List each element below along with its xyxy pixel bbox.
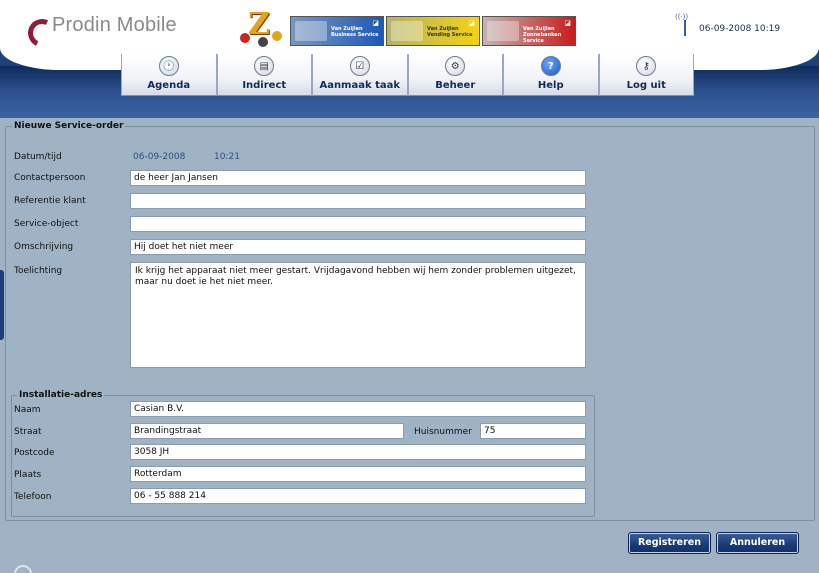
banner-tile-business: Van Zuijlen Business Service ◪ <box>290 16 384 46</box>
nav-beheer[interactable]: ⚙ Beheer <box>407 54 503 96</box>
huisnummer-input[interactable]: 75 <box>480 423 586 439</box>
toelichting-line: Ik krijg het apparaat niet meer gestart.… <box>135 266 576 276</box>
nav-label: Log uit <box>626 80 666 91</box>
telefoon-input[interactable]: 06 - 55 888 214 <box>130 488 586 504</box>
object-input[interactable] <box>130 216 586 232</box>
datum-label: Datum/tijd <box>14 152 62 162</box>
prodin-logo-icon <box>28 15 48 37</box>
antenna-icon <box>675 13 693 36</box>
nav-label: Help <box>537 80 564 91</box>
referentie-input[interactable] <box>130 193 586 209</box>
postcode-input[interactable]: 3058 JH <box>130 444 586 460</box>
status-circle-icon <box>14 565 32 573</box>
status-area: 06-09-2008 10:19 <box>675 13 781 36</box>
nav-indirect[interactable]: ▤ Indirect <box>216 54 312 96</box>
omschrijving-label: Omschrijving <box>14 242 74 252</box>
nav-agenda[interactable]: 🕐 Agenda <box>121 54 217 96</box>
toelichting-line: maar nu doet ie het niet meer. <box>135 277 274 287</box>
object-label: Service-object <box>14 219 79 229</box>
telefoon-label: Telefoon <box>14 492 52 502</box>
nav-log-uit[interactable]: ⚷ Log uit <box>598 54 694 96</box>
app-logo: Prodin Mobile <box>28 14 177 37</box>
toelichting-label: Toelichting <box>14 266 63 276</box>
header-datetime: 06-09-2008 10:19 <box>699 24 781 34</box>
straat-label: Straat <box>14 427 42 437</box>
referentie-label: Referentie klant <box>14 196 86 206</box>
gear-icon: ⚙ <box>445 56 466 76</box>
company-banner: Z Van Zuijlen Business Service ◪ Van Zuij… <box>236 7 578 47</box>
address-legend: Installatie-adres <box>17 390 105 400</box>
naam-input[interactable]: Casian B.V. <box>130 401 586 417</box>
main-nav: 🕐 Agenda ▤ Indirect ☑ Aanmaak taak ⚙ Beh… <box>121 54 694 96</box>
register-button[interactable]: Registreren <box>628 532 711 554</box>
contact-label: Contactpersoon <box>14 173 86 183</box>
huisnummer-label: Huisnummer <box>414 427 472 437</box>
toelichting-textarea[interactable]: Ik krijg het apparaat niet meer gestart.… <box>130 262 586 368</box>
banner-tile-zonnebanken: Van Zuijlen Zonnebanken Service ◪ <box>482 16 576 46</box>
checklist-icon: ☑ <box>349 56 370 76</box>
document-icon: ▤ <box>254 56 275 76</box>
nav-label: Beheer <box>435 80 476 91</box>
vz-logo-icon: Z <box>236 7 290 47</box>
nav-label: Indirect <box>242 80 287 91</box>
key-icon: ⚷ <box>636 56 657 76</box>
plaats-input[interactable]: Rotterdam <box>130 466 586 482</box>
straat-input[interactable]: Brandingstraat <box>130 423 404 439</box>
clock-icon: 🕐 <box>158 56 179 76</box>
side-tab-handle[interactable] <box>0 270 4 340</box>
postcode-label: Postcode <box>14 448 55 458</box>
cancel-button[interactable]: Annuleren <box>716 532 799 554</box>
naam-label: Naam <box>14 405 41 415</box>
nav-aanmaak-taak[interactable]: ☑ Aanmaak taak <box>312 54 408 96</box>
plaats-label: Plaats <box>14 470 42 480</box>
omschrijving-input[interactable]: Hij doet het niet meer <box>130 239 586 255</box>
nav-label: Aanmaak taak <box>319 80 401 91</box>
logo-text: Prodin Mobile <box>52 14 177 36</box>
datum-time: 10:21 <box>214 152 240 162</box>
contact-input[interactable]: de heer Jan Jansen <box>130 170 586 186</box>
nav-label: Agenda <box>147 80 191 91</box>
service-order-legend: Nieuwe Service-order <box>12 121 126 131</box>
help-icon: ? <box>540 56 561 76</box>
datum-date: 06-09-2008 <box>133 152 186 162</box>
banner-tile-vending: Van Zuijlen Vending Service ◪ <box>386 16 480 46</box>
nav-help[interactable]: ? Help <box>503 54 599 96</box>
